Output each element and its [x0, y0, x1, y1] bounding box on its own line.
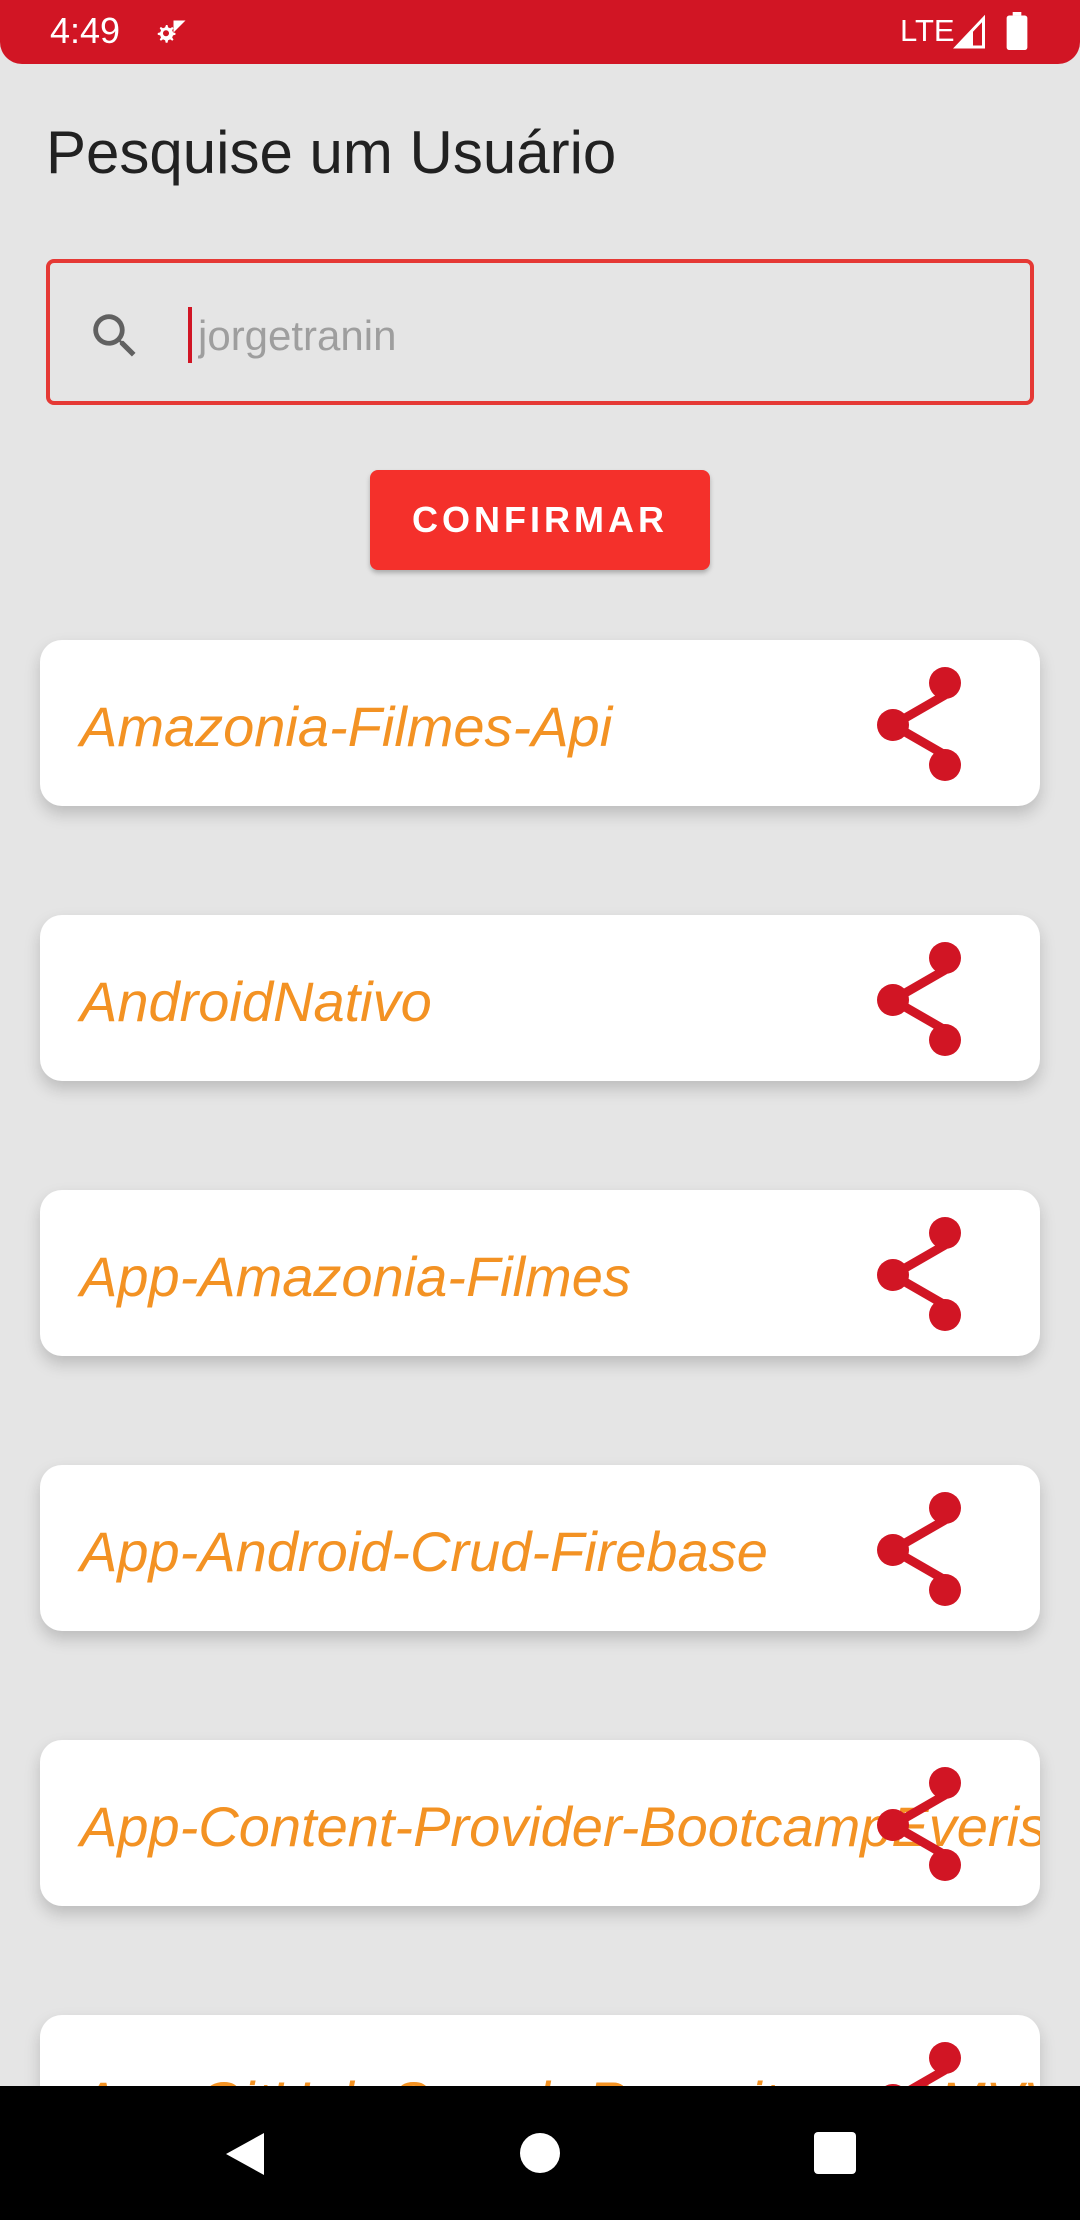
share-icon[interactable] [870, 2040, 990, 2086]
share-icon[interactable] [870, 1215, 990, 1335]
repo-card[interactable]: Amazonia-Filmes-Api [40, 640, 1040, 806]
home-icon[interactable] [520, 2133, 560, 2173]
repo-card[interactable]: App-Android-Crud-Firebase [40, 1465, 1040, 1631]
share-icon[interactable] [870, 665, 990, 785]
share-icon[interactable] [870, 1765, 990, 1885]
share-icon[interactable] [870, 940, 990, 1060]
repo-card[interactable]: App-Content-Provider-BootcampEveris [40, 1740, 1040, 1906]
share-icon[interactable] [870, 1490, 990, 1610]
repo-name: AndroidNativo [80, 970, 432, 1033]
repo-card[interactable]: AndroidNativo [40, 915, 1040, 1081]
repo-name: App-Android-Crud-Firebase [80, 1520, 768, 1583]
repository-list[interactable]: Amazonia-Filmes-Api AndroidNativo App-Am… [0, 0, 1080, 2086]
repo-card[interactable]: App-GitHub-Search-Repositorys-AMVV [40, 2015, 1040, 2086]
repo-name: App-Amazonia-Filmes [80, 1245, 631, 1308]
navigation-bar [0, 2086, 1080, 2220]
back-icon[interactable] [220, 2129, 270, 2179]
recent-apps-icon[interactable] [814, 2132, 856, 2174]
repo-card[interactable]: App-Amazonia-Filmes [40, 1190, 1040, 1356]
repo-name: Amazonia-Filmes-Api [80, 695, 613, 758]
